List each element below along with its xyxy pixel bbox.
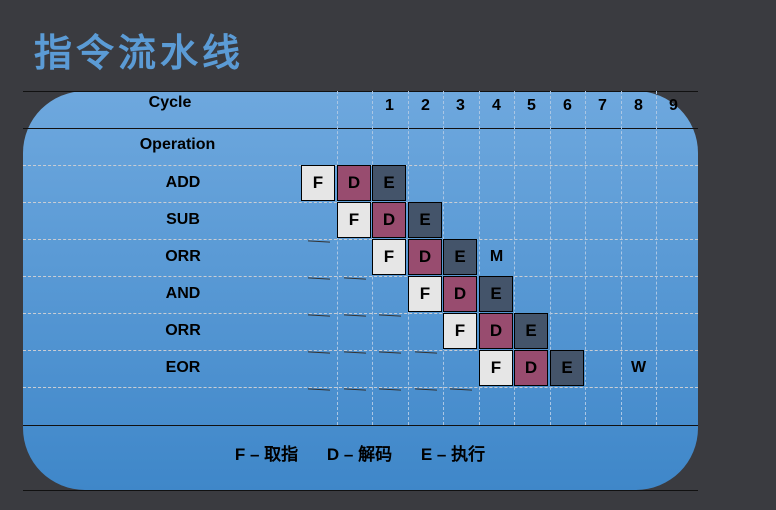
row-divider: [23, 239, 698, 240]
stage-f-cell: F: [337, 202, 371, 238]
cycle-number: 1: [385, 97, 394, 114]
stage-e-cell: E: [443, 239, 477, 275]
legend-execute: E – 执行: [420, 445, 486, 464]
stage-note: W: [630, 359, 647, 376]
cycle-number: 3: [456, 97, 465, 114]
cycle-number: 7: [598, 97, 607, 114]
operation-label: ORR: [165, 322, 201, 339]
row-divider: [23, 387, 698, 388]
stage-d-cell: D: [479, 313, 513, 349]
stage-f-cell: F: [408, 276, 442, 312]
column-divider: [656, 91, 657, 425]
stage-f-cell: F: [443, 313, 477, 349]
stage-note: M: [489, 248, 504, 265]
row-divider: [23, 313, 698, 314]
legend-fetch: F – 取指: [234, 445, 299, 464]
stage-e-cell: E: [372, 165, 406, 201]
stage-f-cell: F: [479, 350, 513, 386]
operation-label: EOR: [165, 359, 201, 376]
stage-e-cell: E: [514, 313, 548, 349]
top-border: [23, 91, 698, 92]
cycle-number: 5: [527, 97, 536, 114]
stage-d-cell: D: [408, 239, 442, 275]
stage-d-cell: D: [372, 202, 406, 238]
column-divider: [585, 91, 586, 425]
column-divider: [337, 91, 338, 425]
stage-e-cell: E: [479, 276, 513, 312]
operation-header: Operation: [139, 136, 216, 153]
header-divider: [23, 128, 698, 129]
operation-label: SUB: [166, 211, 200, 228]
operation-label: ORR: [165, 248, 201, 265]
legend: F – 取指 D – 解码 E – 执行: [0, 440, 720, 465]
legend-divider: [23, 425, 698, 426]
cycle-number: 6: [563, 97, 572, 114]
bottom-border: [23, 490, 698, 491]
cycle-number: 4: [492, 97, 501, 114]
cycle-number: 9: [669, 97, 678, 114]
stage-f-cell: F: [372, 239, 406, 275]
operation-label: ADD: [165, 174, 201, 191]
row-divider: [23, 276, 698, 277]
cycle-number: 2: [421, 97, 430, 114]
stage-d-cell: D: [443, 276, 477, 312]
stage-f-cell: F: [301, 165, 335, 201]
cycle-header: Cycle: [148, 94, 192, 111]
stage-d-cell: D: [337, 165, 371, 201]
row-divider: [23, 350, 698, 351]
cycle-number: 8: [634, 97, 643, 114]
operation-label: AND: [165, 285, 201, 302]
page-title: 指令流水线: [34, 30, 245, 75]
stage-d-cell: D: [514, 350, 548, 386]
legend-decode: D – 解码: [326, 445, 393, 464]
stage-e-cell: E: [408, 202, 442, 238]
stage-e-cell: E: [550, 350, 584, 386]
